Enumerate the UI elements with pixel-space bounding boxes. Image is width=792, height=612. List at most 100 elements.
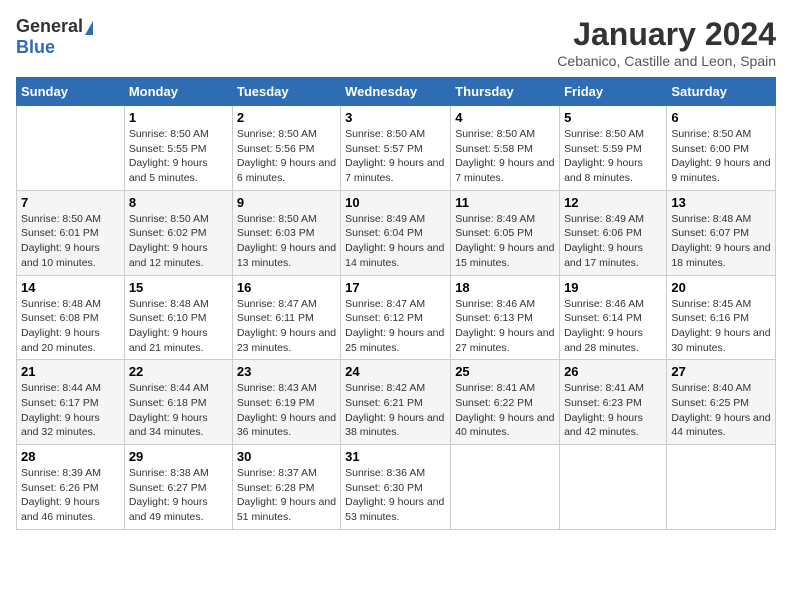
- day-info: Sunrise: 8:50 AMSunset: 5:58 PMDaylight:…: [455, 127, 555, 186]
- day-number: 10: [345, 195, 446, 210]
- week-row-3: 21 Sunrise: 8:44 AMSunset: 6:17 PMDayligh…: [17, 360, 776, 445]
- day-number: 12: [564, 195, 662, 210]
- day-number: 21: [21, 364, 120, 379]
- header-wednesday: Wednesday: [341, 78, 451, 106]
- day-cell: [667, 445, 776, 530]
- day-number: 11: [455, 195, 555, 210]
- day-cell: 23 Sunrise: 8:43 AMSunset: 6:19 PMDayligh…: [232, 360, 340, 445]
- day-info: Sunrise: 8:48 AMSunset: 6:07 PMDaylight:…: [671, 212, 771, 271]
- day-info: Sunrise: 8:49 AMSunset: 6:06 PMDaylight:…: [564, 212, 662, 271]
- day-info: Sunrise: 8:50 AMSunset: 5:59 PMDaylight:…: [564, 127, 662, 186]
- day-cell: 21 Sunrise: 8:44 AMSunset: 6:17 PMDayligh…: [17, 360, 125, 445]
- week-row-1: 7 Sunrise: 8:50 AMSunset: 6:01 PMDaylight…: [17, 190, 776, 275]
- day-number: 17: [345, 280, 446, 295]
- day-info: Sunrise: 8:43 AMSunset: 6:19 PMDaylight:…: [237, 381, 336, 440]
- day-number: 13: [671, 195, 771, 210]
- day-cell: 13 Sunrise: 8:48 AMSunset: 6:07 PMDayligh…: [667, 190, 776, 275]
- day-info: Sunrise: 8:45 AMSunset: 6:16 PMDaylight:…: [671, 297, 771, 356]
- week-row-2: 14 Sunrise: 8:48 AMSunset: 6:08 PMDayligh…: [17, 275, 776, 360]
- day-number: 8: [129, 195, 228, 210]
- calendar-subtitle: Cebanico, Castille and Leon, Spain: [557, 53, 776, 69]
- day-number: 20: [671, 280, 771, 295]
- day-number: 2: [237, 110, 336, 125]
- day-cell: 19 Sunrise: 8:46 AMSunset: 6:14 PMDayligh…: [560, 275, 667, 360]
- calendar-title: January 2024: [557, 16, 776, 53]
- day-cell: 26 Sunrise: 8:41 AMSunset: 6:23 PMDayligh…: [560, 360, 667, 445]
- logo-blue: Blue: [16, 37, 55, 58]
- day-number: 5: [564, 110, 662, 125]
- week-row-0: 1 Sunrise: 8:50 AMSunset: 5:55 PMDaylight…: [17, 106, 776, 191]
- day-number: 29: [129, 449, 228, 464]
- day-info: Sunrise: 8:49 AMSunset: 6:05 PMDaylight:…: [455, 212, 555, 271]
- week-row-4: 28 Sunrise: 8:39 AMSunset: 6:26 PMDayligh…: [17, 445, 776, 530]
- day-cell: [17, 106, 125, 191]
- day-number: 22: [129, 364, 228, 379]
- header-thursday: Thursday: [451, 78, 560, 106]
- day-number: 27: [671, 364, 771, 379]
- day-cell: 4 Sunrise: 8:50 AMSunset: 5:58 PMDaylight…: [451, 106, 560, 191]
- day-number: 18: [455, 280, 555, 295]
- day-info: Sunrise: 8:50 AMSunset: 6:02 PMDaylight:…: [129, 212, 228, 271]
- day-info: Sunrise: 8:44 AMSunset: 6:17 PMDaylight:…: [21, 381, 120, 440]
- logo-text: General: [16, 16, 93, 37]
- day-number: 6: [671, 110, 771, 125]
- day-cell: 25 Sunrise: 8:41 AMSunset: 6:22 PMDayligh…: [451, 360, 560, 445]
- day-info: Sunrise: 8:50 AMSunset: 5:55 PMDaylight:…: [129, 127, 228, 186]
- day-info: Sunrise: 8:47 AMSunset: 6:12 PMDaylight:…: [345, 297, 446, 356]
- day-info: Sunrise: 8:50 AMSunset: 5:56 PMDaylight:…: [237, 127, 336, 186]
- header: General Blue January 2024 Cebanico, Cast…: [16, 16, 776, 69]
- day-number: 9: [237, 195, 336, 210]
- day-cell: 3Sunrise: 8:50 AMSunset: 5:57 PMDaylight…: [341, 106, 451, 191]
- day-cell: 14 Sunrise: 8:48 AMSunset: 6:08 PMDayligh…: [17, 275, 125, 360]
- day-info: Sunrise: 8:50 AMSunset: 6:01 PMDaylight:…: [21, 212, 120, 271]
- day-info: Sunrise: 8:50 AMSunset: 5:57 PMDaylight:…: [345, 127, 446, 186]
- day-info: Sunrise: 8:39 AMSunset: 6:26 PMDaylight:…: [21, 466, 120, 525]
- day-number: 19: [564, 280, 662, 295]
- day-info: Sunrise: 8:41 AMSunset: 6:22 PMDaylight:…: [455, 381, 555, 440]
- day-info: Sunrise: 8:37 AMSunset: 6:28 PMDaylight:…: [237, 466, 336, 525]
- day-info: Sunrise: 8:49 AMSunset: 6:04 PMDaylight:…: [345, 212, 446, 271]
- day-number: 31: [345, 449, 446, 464]
- day-number: 23: [237, 364, 336, 379]
- day-info: Sunrise: 8:38 AMSunset: 6:27 PMDaylight:…: [129, 466, 228, 525]
- day-number: 15: [129, 280, 228, 295]
- header-sunday: Sunday: [17, 78, 125, 106]
- day-cell: 5 Sunrise: 8:50 AMSunset: 5:59 PMDaylight…: [560, 106, 667, 191]
- header-saturday: Saturday: [667, 78, 776, 106]
- day-cell: 10 Sunrise: 8:49 AMSunset: 6:04 PMDayligh…: [341, 190, 451, 275]
- day-cell: 29 Sunrise: 8:38 AMSunset: 6:27 PMDayligh…: [124, 445, 232, 530]
- day-number: 1: [129, 110, 228, 125]
- day-info: Sunrise: 8:50 AMSunset: 6:03 PMDaylight:…: [237, 212, 336, 271]
- day-info: Sunrise: 8:42 AMSunset: 6:21 PMDaylight:…: [345, 381, 446, 440]
- day-cell: 15 Sunrise: 8:48 AMSunset: 6:10 PMDayligh…: [124, 275, 232, 360]
- day-number: 30: [237, 449, 336, 464]
- day-number: 26: [564, 364, 662, 379]
- day-cell: 28 Sunrise: 8:39 AMSunset: 6:26 PMDayligh…: [17, 445, 125, 530]
- day-cell: 7 Sunrise: 8:50 AMSunset: 6:01 PMDaylight…: [17, 190, 125, 275]
- day-info: Sunrise: 8:50 AMSunset: 6:00 PMDaylight:…: [671, 127, 771, 186]
- logo-general: General: [16, 16, 83, 36]
- day-info: Sunrise: 8:41 AMSunset: 6:23 PMDaylight:…: [564, 381, 662, 440]
- logo-icon: [85, 21, 93, 35]
- day-info: Sunrise: 8:46 AMSunset: 6:14 PMDaylight:…: [564, 297, 662, 356]
- day-number: 28: [21, 449, 120, 464]
- day-number: 16: [237, 280, 336, 295]
- day-number: 25: [455, 364, 555, 379]
- day-cell: 12 Sunrise: 8:49 AMSunset: 6:06 PMDayligh…: [560, 190, 667, 275]
- header-monday: Monday: [124, 78, 232, 106]
- header-row: SundayMondayTuesdayWednesdayThursdayFrid…: [17, 78, 776, 106]
- day-cell: 18Sunrise: 8:46 AMSunset: 6:13 PMDayligh…: [451, 275, 560, 360]
- day-number: 14: [21, 280, 120, 295]
- day-info: Sunrise: 8:48 AMSunset: 6:08 PMDaylight:…: [21, 297, 120, 356]
- day-info: Sunrise: 8:47 AMSunset: 6:11 PMDaylight:…: [237, 297, 336, 356]
- day-cell: 20 Sunrise: 8:45 AMSunset: 6:16 PMDayligh…: [667, 275, 776, 360]
- day-info: Sunrise: 8:48 AMSunset: 6:10 PMDaylight:…: [129, 297, 228, 356]
- day-cell: 8 Sunrise: 8:50 AMSunset: 6:02 PMDaylight…: [124, 190, 232, 275]
- day-cell: 1 Sunrise: 8:50 AMSunset: 5:55 PMDaylight…: [124, 106, 232, 191]
- day-number: 7: [21, 195, 120, 210]
- header-tuesday: Tuesday: [232, 78, 340, 106]
- day-number: 4: [455, 110, 555, 125]
- day-cell: 22Sunrise: 8:44 AMSunset: 6:18 PMDayligh…: [124, 360, 232, 445]
- day-cell: 17 Sunrise: 8:47 AMSunset: 6:12 PMDayligh…: [341, 275, 451, 360]
- calendar-table: SundayMondayTuesdayWednesdayThursdayFrid…: [16, 77, 776, 530]
